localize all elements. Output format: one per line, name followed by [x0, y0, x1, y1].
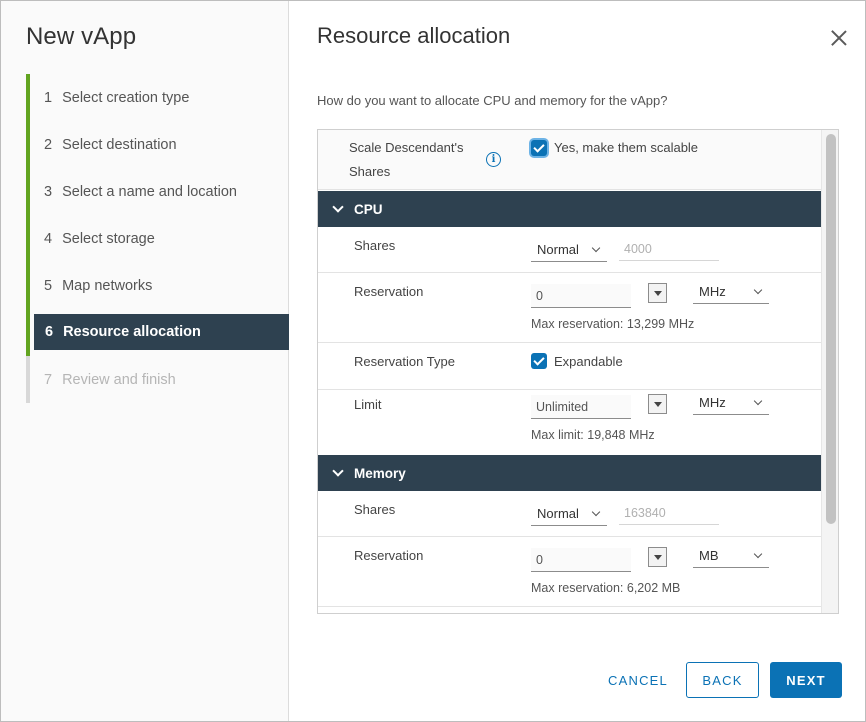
- scrollbar-thumb[interactable]: [826, 134, 836, 524]
- step-number: 7: [44, 371, 53, 388]
- step-number: 6: [45, 324, 54, 340]
- cpu-limit-row: Limit Unlimited MHz Max limit: 19,848 MH…: [318, 390, 821, 455]
- wizard-nav: New vApp 1 Select creation type 2 Select…: [1, 1, 289, 721]
- cpu-reservation-dropdown-button[interactable]: [648, 283, 667, 303]
- memory-section-header[interactable]: Memory: [318, 455, 821, 491]
- memory-reservation-input[interactable]: 0: [531, 548, 631, 572]
- next-button[interactable]: NEXT: [770, 662, 842, 698]
- step-progress-bar: [26, 168, 30, 215]
- step-select-destination[interactable]: 2 Select destination: [26, 121, 289, 168]
- cpu-reservation-type-label: Reservation Type: [354, 354, 455, 369]
- memory-reservation-label: Reservation: [354, 548, 424, 563]
- scalable-checkbox[interactable]: [531, 140, 547, 156]
- cpu-reservation-input[interactable]: 0: [531, 284, 631, 308]
- step-label: Resource allocation: [63, 324, 201, 340]
- cpu-expandable-label: Expandable: [554, 354, 623, 369]
- scale-shares-row: Scale Descendant's Shares i Yes, make th…: [318, 130, 821, 190]
- cpu-shares-row: Shares Normal 4000: [318, 227, 821, 273]
- step-progress-bar: [26, 74, 30, 121]
- step-progress-bar: [26, 356, 30, 403]
- memory-section-label: Memory: [354, 465, 406, 481]
- chevron-down-icon: [591, 507, 601, 517]
- memory-reservation-unit-select[interactable]: MB: [693, 544, 769, 568]
- resource-allocation-panel: Scale Descendant's Shares i Yes, make th…: [317, 129, 839, 614]
- chevron-down-icon: [753, 396, 763, 406]
- memory-reservation-row: Reservation 0 MB Max reservation: 6,202 …: [318, 537, 821, 607]
- step-select-creation-type[interactable]: 1 Select creation type: [26, 74, 289, 121]
- chevron-down-icon: [591, 243, 601, 253]
- cpu-limit-input[interactable]: Unlimited: [531, 395, 631, 419]
- chevron-down-icon: [332, 200, 344, 213]
- scalable-checkbox-label: Yes, make them scalable: [554, 140, 699, 155]
- step-label: Review and finish: [62, 371, 176, 388]
- scale-shares-label-line2: Shares: [349, 164, 391, 179]
- wizard-title: New vApp: [26, 23, 137, 50]
- cpu-limit-dropdown-button[interactable]: [648, 394, 667, 414]
- cpu-expandable-checkbox[interactable]: [531, 353, 547, 369]
- cpu-shares-select[interactable]: Normal: [531, 238, 607, 262]
- cpu-reservation-unit: MHz: [699, 284, 726, 299]
- step-progress-bar: [26, 121, 30, 168]
- cpu-reservation-type-row: Reservation Type Expandable: [318, 343, 821, 390]
- step-label: Select destination: [62, 136, 177, 153]
- memory-shares-label: Shares: [354, 502, 396, 517]
- step-resource-allocation-wrap: 6 Resource allocation: [26, 309, 289, 356]
- memory-reservation-unit: MB: [699, 548, 719, 563]
- page-question: How do you want to allocate CPU and memo…: [317, 93, 668, 108]
- memory-shares-level: Normal: [537, 506, 579, 521]
- step-progress-bar: [26, 262, 30, 309]
- memory-reservation-dropdown-button[interactable]: [648, 547, 667, 567]
- memory-shares-row: Shares Normal 163840: [318, 491, 821, 537]
- new-vapp-dialog: New vApp 1 Select creation type 2 Select…: [0, 0, 866, 722]
- chevron-down-icon: [753, 549, 763, 559]
- memory-max-reservation: Max reservation: 6,202 MB: [531, 581, 681, 595]
- step-label: Select storage: [62, 230, 155, 247]
- memory-shares-value-input: 163840: [619, 501, 719, 525]
- scale-shares-label-line1: Scale Descendant's: [349, 140, 464, 155]
- cpu-limit-unit: MHz: [699, 395, 726, 410]
- step-resource-allocation[interactable]: 6 Resource allocation: [34, 314, 289, 350]
- cpu-reservation-row: Reservation 0 MHz Max reservation: 13,29…: [318, 273, 821, 343]
- info-icon[interactable]: i: [486, 152, 501, 167]
- cpu-reservation-unit-select[interactable]: MHz: [693, 280, 769, 304]
- step-number: 3: [44, 183, 53, 200]
- step-number: 5: [44, 277, 53, 294]
- step-map-networks[interactable]: 5 Map networks: [26, 262, 289, 309]
- cpu-max-limit: Max limit: 19,848 MHz: [531, 428, 655, 442]
- step-label: Map networks: [62, 277, 153, 294]
- cpu-section-label: CPU: [354, 201, 383, 217]
- cancel-button[interactable]: CANCEL: [601, 662, 675, 698]
- chevron-down-icon: [332, 464, 344, 477]
- chevron-down-icon: [753, 285, 763, 295]
- step-select-storage[interactable]: 4 Select storage: [26, 215, 289, 262]
- cpu-shares-label: Shares: [354, 238, 396, 253]
- cpu-section-header[interactable]: CPU: [318, 191, 821, 227]
- step-progress-bar: [26, 309, 30, 356]
- step-progress-bar: [26, 215, 30, 262]
- step-number: 1: [44, 89, 53, 106]
- step-number: 2: [44, 136, 53, 153]
- step-select-name-location[interactable]: 3 Select a name and location: [26, 168, 289, 215]
- cpu-reservation-label: Reservation: [354, 284, 424, 299]
- page-title: Resource allocation: [317, 23, 511, 48]
- step-label: Select creation type: [62, 89, 190, 106]
- step-number: 4: [44, 230, 53, 247]
- memory-shares-select[interactable]: Normal: [531, 502, 607, 526]
- step-label: Select a name and location: [62, 183, 237, 200]
- cpu-limit-unit-select[interactable]: MHz: [693, 391, 769, 415]
- panel-scrollbar[interactable]: [821, 130, 838, 613]
- cpu-shares-level: Normal: [537, 242, 579, 257]
- cpu-max-reservation: Max reservation: 13,299 MHz: [531, 317, 695, 331]
- step-review-finish: 7 Review and finish: [26, 356, 289, 403]
- cpu-limit-label: Limit: [354, 397, 382, 412]
- step-list: 1 Select creation type 2 Select destinat…: [26, 74, 289, 403]
- close-icon[interactable]: [830, 29, 848, 47]
- cpu-shares-value-input: 4000: [619, 237, 719, 261]
- back-button[interactable]: BACK: [686, 662, 759, 698]
